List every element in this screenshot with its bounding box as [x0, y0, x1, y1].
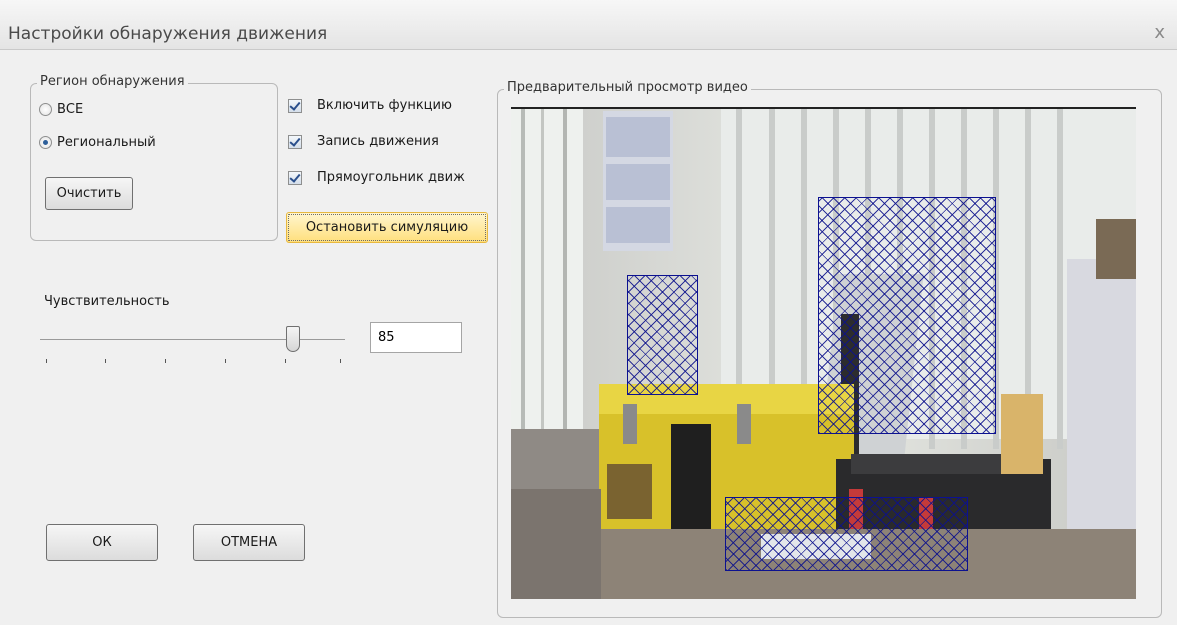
radio-all[interactable]: ВСЕ [39, 102, 83, 117]
checkbox-rectangle-indicator[interactable] [288, 170, 302, 185]
stop-simulation-button[interactable]: Остановить симуляцию [286, 212, 488, 243]
title-bar: Настройки обнаружения движения x [0, 0, 1177, 50]
region-groupbox-legend: Регион обнаружения [37, 74, 188, 89]
slider-tick [46, 359, 47, 363]
sensitivity-label: Чувствительность [44, 294, 170, 309]
checkbox-motion-rectangle[interactable]: Прямоугольник движ [288, 170, 483, 185]
preview-groupbox-legend: Предварительный просмотр видео [504, 80, 751, 95]
motion-region[interactable] [627, 275, 698, 395]
radio-all-indicator[interactable] [39, 103, 52, 116]
slider-tick [225, 359, 226, 363]
sensitivity-value-field[interactable] [370, 322, 462, 353]
slider-thumb[interactable] [286, 326, 300, 352]
motion-region[interactable] [725, 497, 968, 571]
radio-regional[interactable]: Региональный [39, 135, 156, 150]
slider-tick [165, 359, 166, 363]
radio-all-label: ВСЕ [57, 102, 84, 117]
cancel-button[interactable]: ОТМЕНА [193, 524, 305, 561]
checkbox-record-label: Запись движения [317, 134, 439, 149]
window-title: Настройки обнаружения движения [8, 24, 328, 44]
video-preview[interactable] [511, 109, 1136, 599]
slider-tick [285, 359, 286, 363]
checkbox-enable-label: Включить функцию [317, 98, 452, 113]
checkbox-record-indicator[interactable] [288, 134, 302, 149]
ok-button[interactable]: ОК [46, 524, 158, 561]
checkbox-record-motion[interactable]: Запись движения [288, 134, 439, 149]
close-icon[interactable]: x [1154, 22, 1165, 43]
clear-button[interactable]: Очистить [45, 177, 133, 210]
checkbox-enable-indicator[interactable] [288, 98, 302, 113]
radio-regional-indicator[interactable] [39, 136, 52, 149]
motion-region[interactable] [818, 197, 996, 434]
slider-tick [105, 359, 106, 363]
checkbox-enable-function[interactable]: Включить функцию [288, 98, 452, 113]
radio-regional-label: Региональный [57, 135, 156, 150]
checkbox-rectangle-label: Прямоугольник движ [317, 170, 465, 185]
slider-tick [340, 359, 341, 363]
